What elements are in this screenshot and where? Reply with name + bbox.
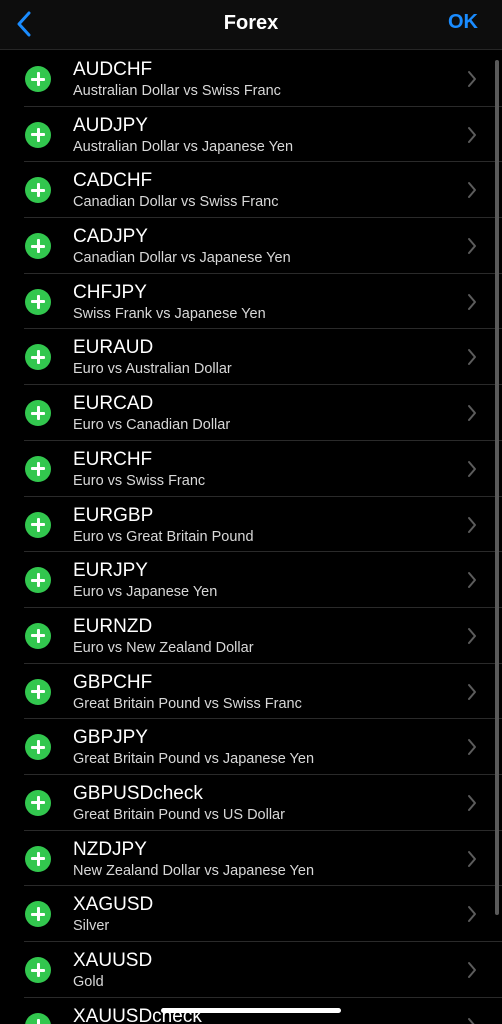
symbol-name: CADJPY bbox=[73, 226, 148, 248]
symbol-description: Euro vs Japanese Yen bbox=[73, 584, 218, 601]
chevron-right-icon[interactable] bbox=[466, 404, 478, 422]
plus-circle-icon[interactable] bbox=[25, 66, 51, 92]
chevron-right-icon[interactable] bbox=[466, 348, 478, 366]
symbol-name: EURAUD bbox=[73, 337, 154, 359]
plus-circle-icon[interactable] bbox=[25, 233, 51, 260]
symbol-row-xauusd[interactable]: XAUUSD Gold bbox=[0, 942, 502, 998]
symbol-description: Gold bbox=[73, 974, 104, 990]
symbol-description: Canadian Dollar vs Swiss Franc bbox=[73, 194, 279, 211]
plus-circle-icon[interactable] bbox=[25, 622, 51, 649]
plus-circle-icon[interactable] bbox=[25, 400, 51, 427]
chevron-right-icon[interactable] bbox=[466, 516, 478, 534]
symbol-description: Euro vs New Zealand Dollar bbox=[73, 639, 254, 656]
symbol-list: AUDCHF Australian Dollar vs Swiss Franc AU… bbox=[0, 51, 502, 1024]
symbol-row-eurcad[interactable]: EURCAD Euro vs Canadian Dollar bbox=[0, 385, 502, 441]
plus-circle-icon[interactable] bbox=[25, 567, 51, 594]
symbol-name: XAUUSD bbox=[73, 950, 153, 971]
symbol-name: CADCHF bbox=[73, 170, 153, 192]
symbol-name: NZDJPY bbox=[73, 838, 147, 860]
plus-circle-icon[interactable] bbox=[25, 789, 51, 816]
symbol-name: AUDJPY bbox=[73, 114, 148, 136]
chevron-right-icon[interactable] bbox=[466, 738, 478, 756]
plus-circle-icon[interactable] bbox=[25, 344, 51, 371]
chevron-right-icon[interactable] bbox=[466, 126, 478, 144]
forex-symbols-screen: Forex OK AUDCHF Australian Dollar vs Swis… bbox=[0, 0, 502, 1024]
plus-circle-icon[interactable] bbox=[25, 511, 51, 538]
symbol-row-euraud[interactable]: EURAUD Euro vs Australian Dollar bbox=[0, 329, 502, 385]
scrollbar[interactable] bbox=[495, 60, 499, 915]
symbol-name: EURJPY bbox=[73, 560, 148, 582]
symbol-row-gbpusdcheck[interactable]: GBPUSDcheck Great Britain Pound vs US Dol… bbox=[0, 775, 502, 831]
symbol-row-audjpy[interactable]: AUDJPY Australian Dollar vs Japanese Yen bbox=[0, 107, 502, 163]
plus-circle-icon[interactable] bbox=[25, 901, 51, 928]
plus-circle-icon[interactable] bbox=[25, 734, 51, 761]
symbol-name: GBPCHF bbox=[73, 671, 153, 693]
symbol-description: Australian Dollar vs Japanese Yen bbox=[73, 138, 294, 155]
page-title: Forex bbox=[223, 12, 279, 34]
symbol-name: EURGBP bbox=[73, 504, 154, 526]
symbol-name: EURCHF bbox=[73, 448, 153, 470]
symbol-row-eurnzd[interactable]: EURNZD Euro vs New Zealand Dollar bbox=[0, 608, 502, 664]
plus-circle-icon[interactable] bbox=[25, 455, 51, 482]
symbol-row-nzdjpy[interactable]: NZDJPY New Zealand Dollar vs Japanese Yen bbox=[0, 831, 502, 887]
symbol-name: EURNZD bbox=[73, 615, 153, 637]
chevron-right-icon[interactable] bbox=[466, 627, 478, 645]
symbol-description: Euro vs Swiss Franc bbox=[73, 472, 206, 489]
chevron-right-icon[interactable] bbox=[466, 181, 478, 199]
symbol-row-gbpjpy[interactable]: GBPJPY Great Britain Pound vs Japanese Ye… bbox=[0, 719, 502, 775]
chevron-right-icon[interactable] bbox=[466, 460, 478, 478]
symbol-name: EURCAD bbox=[73, 393, 154, 415]
symbol-description: Euro vs Australian Dollar bbox=[73, 361, 232, 378]
chevron-right-icon[interactable] bbox=[466, 293, 478, 311]
symbol-row-eurgbp[interactable]: EURGBP Euro vs Great Britain Pound bbox=[0, 497, 502, 553]
chevron-right-icon[interactable] bbox=[466, 237, 478, 255]
chevron-right-icon[interactable] bbox=[466, 683, 478, 701]
symbol-name: AUDCHF bbox=[73, 59, 153, 80]
plus-circle-icon[interactable] bbox=[25, 1012, 51, 1024]
symbol-description: Silver bbox=[73, 918, 110, 935]
chevron-right-icon[interactable] bbox=[466, 905, 478, 923]
symbol-description: Swiss Frank vs Japanese Yen bbox=[73, 305, 266, 322]
symbol-description: Great Britain Pound vs US Dollar bbox=[73, 806, 285, 823]
chevron-right-icon[interactable] bbox=[466, 794, 478, 812]
symbol-row-xagusd[interactable]: XAGUSD Silver bbox=[0, 886, 502, 942]
chevron-right-icon[interactable] bbox=[466, 1017, 478, 1024]
plus-circle-icon[interactable] bbox=[25, 845, 51, 872]
symbol-row-eurjpy[interactable]: EURJPY Euro vs Japanese Yen bbox=[0, 552, 502, 608]
symbol-description: Great Britain Pound vs Japanese Yen bbox=[73, 751, 315, 768]
symbol-description: New Zealand Dollar vs Japanese Yen bbox=[73, 862, 315, 879]
navigation-bar: Forex OK bbox=[0, 0, 502, 50]
symbol-row-chfjpy[interactable]: CHFJPY Swiss Frank vs Japanese Yen bbox=[0, 274, 502, 330]
symbol-description: Euro vs Canadian Dollar bbox=[73, 417, 231, 434]
symbol-description: Canadian Dollar vs Japanese Yen bbox=[73, 250, 291, 267]
ok-button[interactable]: OK bbox=[448, 11, 478, 34]
symbol-name: CHFJPY bbox=[73, 281, 147, 303]
chevron-right-icon[interactable] bbox=[466, 70, 478, 88]
plus-circle-icon[interactable] bbox=[25, 678, 51, 705]
symbol-row-audchf[interactable]: AUDCHF Australian Dollar vs Swiss Franc bbox=[0, 51, 502, 107]
chevron-right-icon[interactable] bbox=[466, 571, 478, 589]
symbol-description: Euro vs Great Britain Pound bbox=[73, 528, 254, 545]
plus-circle-icon[interactable] bbox=[25, 957, 51, 983]
symbol-name: XAGUSD bbox=[73, 894, 154, 916]
symbol-row-cadjpy[interactable]: CADJPY Canadian Dollar vs Japanese Yen bbox=[0, 218, 502, 274]
chevron-right-icon[interactable] bbox=[466, 961, 478, 979]
symbol-name: GBPJPY bbox=[73, 727, 148, 749]
symbol-row-cadchf[interactable]: CADCHF Canadian Dollar vs Swiss Franc bbox=[0, 162, 502, 218]
symbol-description: Australian Dollar vs Swiss Franc bbox=[73, 83, 281, 99]
symbol-row-eurchf[interactable]: EURCHF Euro vs Swiss Franc bbox=[0, 441, 502, 497]
plus-circle-icon[interactable] bbox=[25, 177, 51, 204]
plus-circle-icon[interactable] bbox=[25, 121, 51, 148]
symbol-description: Great Britain Pound vs Swiss Franc bbox=[73, 695, 302, 712]
plus-circle-icon[interactable] bbox=[25, 288, 51, 315]
chevron-right-icon[interactable] bbox=[466, 850, 478, 868]
home-indicator bbox=[161, 1008, 341, 1013]
symbol-name: GBPUSDcheck bbox=[73, 782, 203, 804]
symbol-row-gbpchf[interactable]: GBPCHF Great Britain Pound vs Swiss Franc bbox=[0, 664, 502, 720]
